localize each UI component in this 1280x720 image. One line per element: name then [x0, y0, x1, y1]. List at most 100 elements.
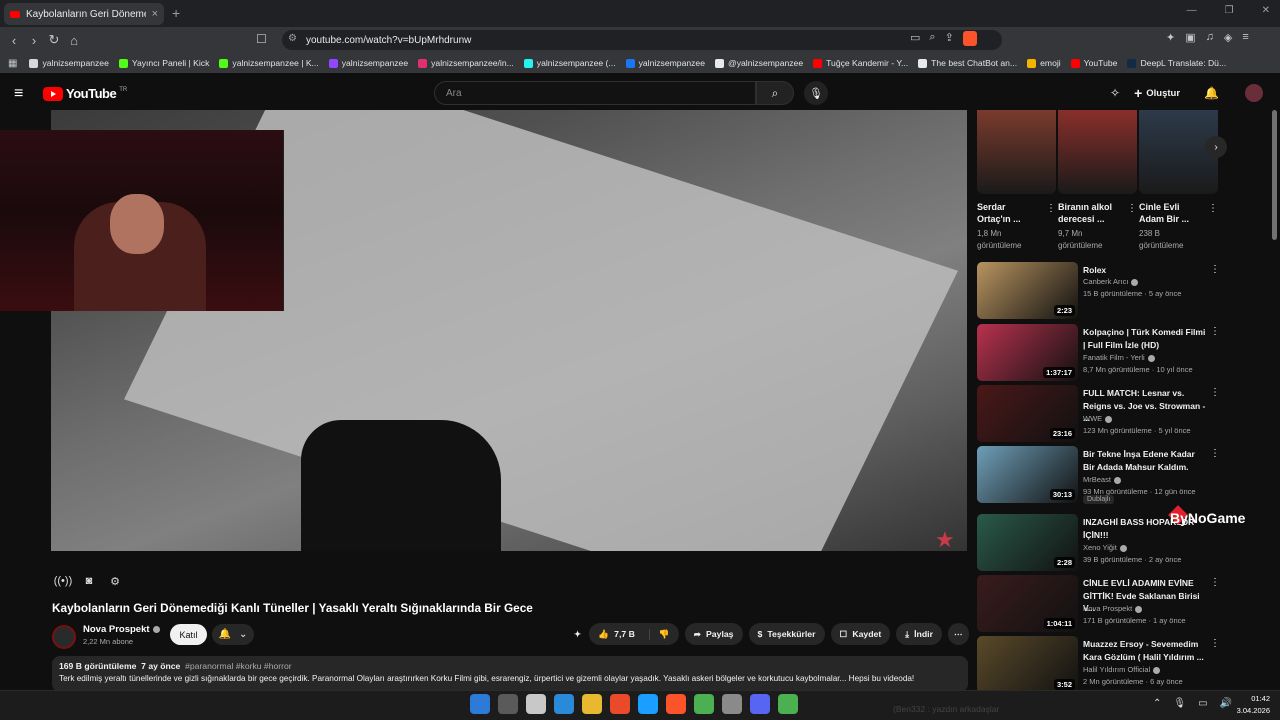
- bookmark-item[interactable]: yalnizsempanzee: [29, 58, 109, 68]
- site-info-icon[interactable]: ⚙: [288, 33, 297, 44]
- reload-icon[interactable]: ↻: [44, 32, 64, 48]
- subscribed-bell-button[interactable]: 🔔 ⌄: [212, 624, 254, 645]
- video-thumbnail[interactable]: 3:52: [977, 636, 1078, 693]
- dislike-button[interactable]: 👎: [648, 628, 679, 640]
- short-title[interactable]: Serdar Ortaç'ın ...: [977, 201, 1041, 225]
- screenshot-icon[interactable]: ◙: [78, 572, 100, 590]
- description-box[interactable]: 169 B görüntüleme 7 ay önce #paranormal …: [52, 656, 968, 692]
- share-button[interactable]: ➦ Paylaş: [684, 623, 743, 645]
- taskbar-app-icon[interactable]: [470, 694, 490, 714]
- minimize-icon[interactable]: —: [1187, 5, 1197, 16]
- short-menu-icon[interactable]: ⋮: [1208, 203, 1218, 214]
- extensions-icon[interactable]: ✦: [1166, 31, 1175, 44]
- taskbar-clock[interactable]: 01:42 3.04.2026: [1234, 693, 1270, 717]
- bookmark-item[interactable]: yalnizsempanzee: [625, 58, 705, 68]
- recommended-video[interactable]: 1:37:17 Kolpaçino | Türk Komedi Filmi | F…: [977, 324, 1267, 382]
- vpn-icon[interactable]: ◈: [1224, 31, 1232, 44]
- recommended-video[interactable]: 2:23 Rolex Canberk Arıcı 15 B görüntüleme ·…: [977, 262, 1267, 320]
- taskbar-app-icon[interactable]: [526, 694, 546, 714]
- video-menu-icon[interactable]: ⋮: [1210, 326, 1220, 337]
- recommended-video[interactable]: 3:52 Muazzez Ersoy - Sevemedim Kara Gözlü…: [977, 636, 1267, 694]
- taskbar-app-icon[interactable]: [722, 694, 742, 714]
- video-title-link[interactable]: Muazzez Ersoy - Sevemedim Kara Gözlüm ( …: [1083, 638, 1207, 663]
- browser-tab[interactable]: Kaybolanların Geri Dönemediği ×: [4, 3, 164, 25]
- home-icon[interactable]: ⌂: [64, 33, 84, 48]
- video-thumbnail[interactable]: 1:37:17: [977, 324, 1078, 381]
- channel-link[interactable]: Fanatik Film - Yerli: [1083, 353, 1155, 362]
- taskbar-app-icon[interactable]: [554, 694, 574, 714]
- shorts-next-button[interactable]: ›: [1205, 136, 1227, 158]
- brave-shield-icon[interactable]: [962, 31, 977, 46]
- short-thumbnail[interactable]: [1058, 110, 1137, 194]
- recommended-video[interactable]: 23:16 FULL MATCH: Lesnar vs. Reigns vs. J…: [977, 385, 1267, 443]
- browser-menu-icon[interactable]: ≡: [1242, 31, 1248, 44]
- taskbar-app-icon[interactable]: [498, 694, 518, 714]
- short-title[interactable]: Biranın alkol derecesi ...: [1058, 201, 1122, 225]
- short-card[interactable]: Serdar Ortaç'ın ... 1,8 Mn görüntüleme ⋮: [977, 110, 1056, 252]
- channel-link[interactable]: WWE: [1083, 414, 1113, 423]
- channel-link[interactable]: Halil Yıldırım Official: [1083, 665, 1161, 674]
- forward-icon[interactable]: ›: [24, 33, 44, 48]
- taskbar-app-icon[interactable]: [666, 694, 686, 714]
- thanks-button[interactable]: $ Teşekkürler: [748, 623, 825, 645]
- recommended-video[interactable]: 1:04:11 CİNLE EVLİ ADAMIN EVİNE GİTTİK! E…: [977, 575, 1267, 633]
- ai-icon[interactable]: ✦: [572, 623, 583, 645]
- video-menu-icon[interactable]: ⋮: [1210, 387, 1220, 398]
- channel-watermark-icon[interactable]: ★: [935, 527, 955, 553]
- account-avatar[interactable]: [1244, 84, 1263, 102]
- bookmark-item[interactable]: DeepL Translate: Dü...: [1127, 58, 1226, 68]
- back-icon[interactable]: ‹: [4, 33, 24, 48]
- taskbar-app-icon[interactable]: [638, 694, 658, 714]
- channel-link[interactable]: Canberk Arıcı: [1083, 277, 1139, 286]
- bookmark-item[interactable]: @yalnizsempanzee: [714, 58, 803, 68]
- video-menu-icon[interactable]: ⋮: [1210, 577, 1220, 588]
- studio-icon[interactable]: ✧: [1110, 86, 1120, 100]
- settings-gear-icon[interactable]: ⚙: [104, 572, 126, 590]
- sidebar-icon[interactable]: ▣: [1185, 31, 1195, 44]
- taskbar-app-icon[interactable]: [750, 694, 770, 714]
- more-actions-button[interactable]: ⋯: [947, 623, 969, 645]
- media-icon[interactable]: ♫: [1206, 31, 1214, 44]
- channel-link[interactable]: Nova Prospekt: [1083, 604, 1143, 613]
- video-thumbnail[interactable]: 30:13: [977, 446, 1078, 503]
- notifications-bell-icon[interactable]: 🔔: [1204, 86, 1219, 100]
- video-thumbnail[interactable]: 1:04:11: [977, 575, 1078, 632]
- channel-link[interactable]: Xeno Yiğit: [1083, 543, 1127, 552]
- like-button[interactable]: 👍 7,7 B: [589, 629, 644, 640]
- channel-name[interactable]: Nova Prospekt: [83, 624, 160, 635]
- search-input[interactable]: Ara: [434, 81, 756, 105]
- hamburger-menu-icon[interactable]: ≡: [14, 85, 23, 103]
- short-menu-icon[interactable]: ⋮: [1046, 203, 1056, 214]
- taskbar-app-icon[interactable]: [582, 694, 602, 714]
- short-card[interactable]: Cinle Evli Adam Bir ... 238 B görüntüleme…: [1139, 110, 1218, 252]
- video-thumbnail[interactable]: 2:23: [977, 262, 1078, 319]
- voice-search-button[interactable]: 🎙: [804, 81, 828, 105]
- short-title[interactable]: Cinle Evli Adam Bir ...: [1139, 201, 1203, 225]
- save-button[interactable]: ☐ Kaydet: [830, 623, 891, 645]
- channel-avatar[interactable]: [52, 625, 76, 649]
- network-icon[interactable]: ▭: [1198, 698, 1207, 709]
- microphone-tray-icon[interactable]: 🎙: [1173, 698, 1186, 709]
- taskbar-app-icon[interactable]: [610, 694, 630, 714]
- channel-link[interactable]: MrBeast: [1083, 475, 1121, 484]
- share-icon[interactable]: ⇪: [945, 31, 954, 46]
- close-window-icon[interactable]: ✕: [1262, 5, 1270, 16]
- search-button[interactable]: ⌕: [756, 81, 794, 105]
- video-menu-icon[interactable]: ⋮: [1210, 638, 1220, 649]
- bookmark-item[interactable]: Yayıncı Paneli | Kick: [118, 58, 209, 68]
- bookmark-item[interactable]: yalnizsempanzee/in...: [418, 58, 514, 68]
- bookmark-item[interactable]: yalnizsempanzee | K...: [219, 58, 319, 68]
- video-thumbnail[interactable]: 2:28: [977, 514, 1078, 571]
- video-title-link[interactable]: Kolpaçino | Türk Komedi Filmi | Full Fil…: [1083, 326, 1207, 351]
- create-button[interactable]: + Oluştur: [1134, 85, 1180, 101]
- short-card[interactable]: Biranın alkol derecesi ... 9,7 Mn görüntü…: [1058, 110, 1137, 252]
- chevron-up-icon[interactable]: ⌃: [1153, 698, 1161, 709]
- bookmark-item[interactable]: The best ChatBot an...: [918, 58, 1017, 68]
- video-title-link[interactable]: Rolex: [1083, 264, 1207, 277]
- bookmark-item[interactable]: emoji: [1027, 58, 1061, 68]
- recommended-video[interactable]: 30:13 Bir Tekne İnşa Edene Kadar Bir Adad…: [977, 446, 1267, 504]
- video-title-link[interactable]: Bir Tekne İnşa Edene Kadar Bir Adada Mah…: [1083, 448, 1207, 473]
- youtube-logo[interactable]: YouTube TR: [43, 86, 127, 101]
- join-button[interactable]: Katıl: [170, 624, 207, 645]
- bookmark-item[interactable]: yalnizsempanzee: [328, 58, 408, 68]
